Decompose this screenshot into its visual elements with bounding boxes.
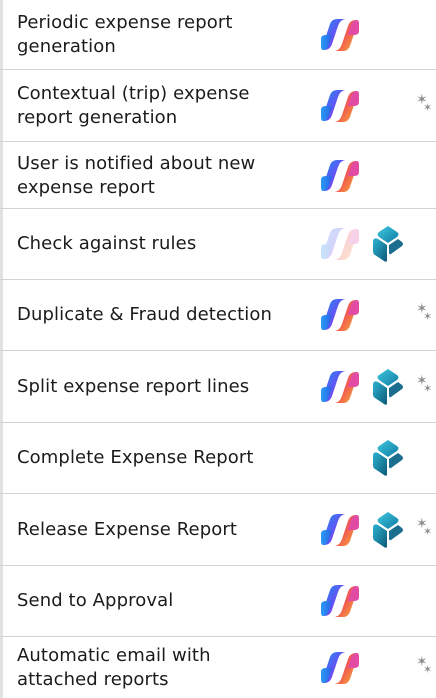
feature-row: Check against rules [0, 209, 436, 280]
feature-row: Release Expense Report ✶ ✶ [0, 494, 436, 566]
feature-row: Split expense report lines ✶ ✶ [0, 351, 436, 423]
sparkle-stars-icon: ✶ ✶ [416, 92, 433, 114]
sparkle-stars-icon: ✶ ✶ [416, 515, 433, 538]
feature-list: Periodic expense report generation Conte… [0, 0, 436, 698]
feature-label: Check against rules [17, 233, 197, 254]
copilot-icon [321, 159, 359, 192]
feature-label: Duplicate & Fraud detection [17, 304, 272, 325]
feature-label: Send to Approval [17, 590, 174, 611]
feature-label: Release Expense Report [17, 518, 238, 540]
copilot-icon [321, 513, 359, 546]
copilot-icon [321, 370, 359, 403]
copilot-icon [321, 585, 359, 617]
feature-row: Complete Expense Report [0, 423, 436, 494]
sparkle-stars-icon: ✶ ✶ [416, 653, 433, 676]
copilot-studio-icon [373, 226, 403, 262]
copilot-studio-icon [373, 511, 403, 548]
feature-label: Contextual (trip) expense report generat… [17, 83, 250, 128]
feature-row: Periodic expense report generation [0, 0, 436, 70]
feature-row: Contextual (trip) expense report generat… [0, 71, 436, 142]
copilot-icon [321, 90, 359, 122]
feature-row: Send to Approval [0, 566, 436, 637]
copilot-icon [321, 651, 359, 684]
feature-row: Duplicate & Fraud detection ✶ ✶ [0, 280, 436, 351]
copilot-icon [321, 299, 359, 331]
feature-label: Automatic email with attached reports [17, 644, 211, 690]
sparkle-stars-icon: ✶ ✶ [416, 372, 433, 395]
copilot-studio-icon [373, 368, 403, 405]
sparkle-stars-icon: ✶ ✶ [416, 301, 433, 323]
feature-label: Split expense report lines [17, 375, 250, 397]
feature-row: Automatic email with attached reports ✶ ✶ [0, 637, 436, 698]
copilot-studio-icon [373, 440, 403, 476]
copilot-icon [321, 18, 359, 51]
feature-label: Complete Expense Report [17, 447, 254, 468]
copilot-icon [321, 228, 359, 260]
feature-label: Periodic expense report generation [17, 11, 233, 57]
feature-row: User is notified about new expense repor… [0, 143, 436, 209]
feature-label: User is notified about new expense repor… [17, 152, 256, 198]
